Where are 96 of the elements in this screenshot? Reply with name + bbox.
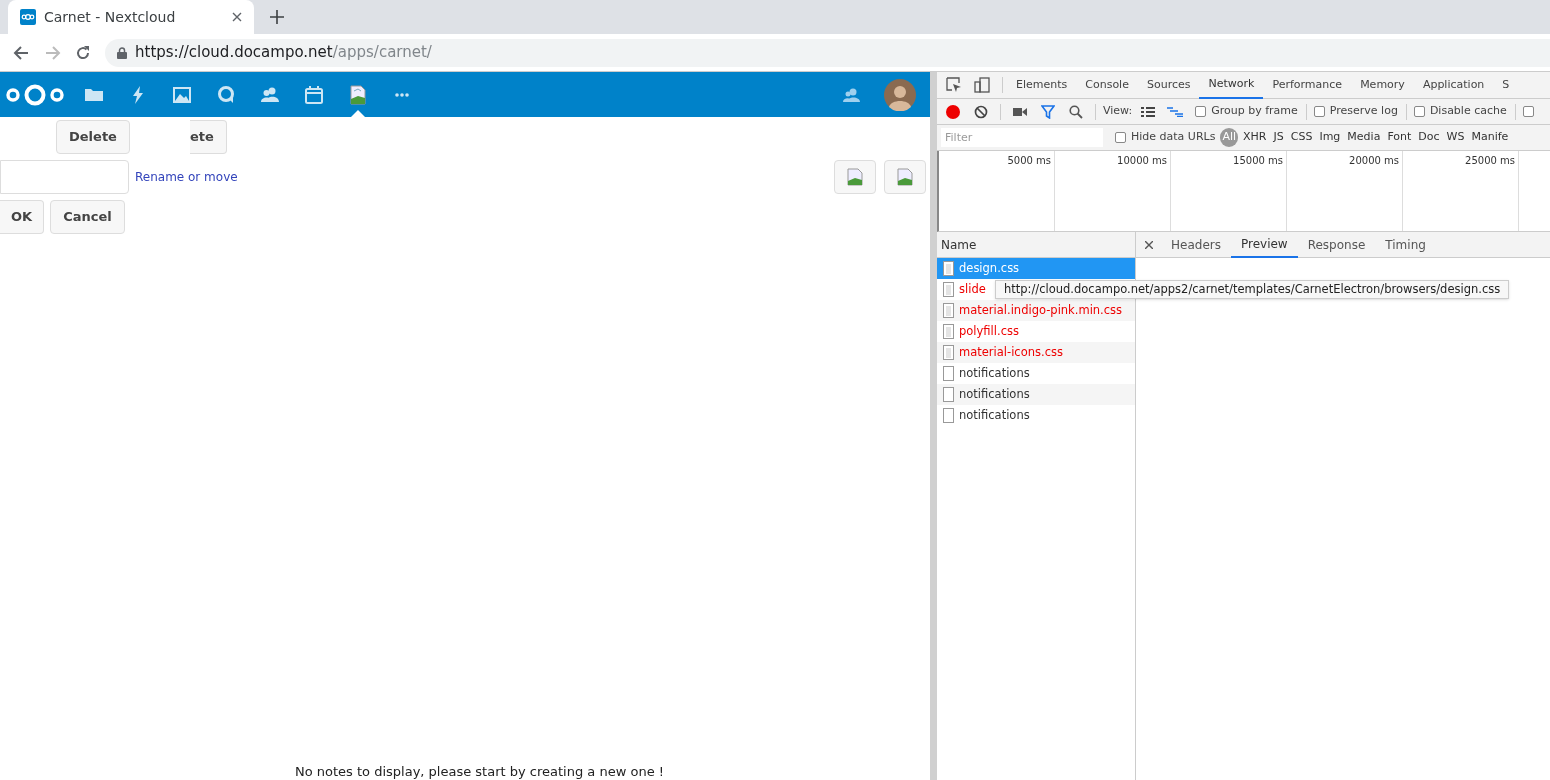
option-label: Preserve log	[1329, 103, 1398, 120]
time-tick: 25000 ms	[1465, 154, 1515, 168]
devtools-tab[interactable]: Performance	[1263, 72, 1352, 99]
devtools-tab[interactable]: Memory	[1351, 72, 1414, 99]
request-row[interactable]: material.indigo-pink.min.css	[937, 300, 1135, 321]
file-icon	[943, 366, 954, 381]
address-bar[interactable]: https://cloud.docampo.net/apps/carnet/	[105, 38, 1550, 67]
request-name: material.indigo-pink.min.css	[959, 301, 1123, 319]
back-icon[interactable]	[13, 44, 29, 61]
devtools-tab[interactable]: Console	[1076, 72, 1138, 99]
request-row[interactable]: material-icons.css	[937, 342, 1135, 363]
delete-button[interactable]: ete	[189, 120, 227, 154]
type-filter[interactable]: JS	[1271, 128, 1286, 147]
checkbox[interactable]	[1313, 106, 1325, 117]
request-name: notifications	[959, 406, 1030, 424]
checkbox[interactable]	[1522, 106, 1534, 117]
file-icon	[943, 387, 954, 402]
inspect-icon[interactable]	[946, 77, 962, 93]
image-icon	[172, 84, 192, 105]
type-filter[interactable]: Font	[1385, 128, 1414, 147]
url-text: https://cloud.docampo.net/apps/carnet/	[135, 42, 432, 64]
more-icon	[395, 92, 409, 97]
device-icon[interactable]	[974, 77, 990, 93]
new-tab-icon[interactable]	[270, 10, 284, 24]
input-field[interactable]	[0, 160, 129, 194]
cloud-logo-icon	[20, 9, 36, 25]
url-tooltip: http://cloud.docampo.net/apps2/carnet/templates/CarnetElectron/browsers/design.css	[995, 280, 1510, 299]
type-filter[interactable]: Doc	[1416, 128, 1442, 147]
search-icon[interactable]	[1069, 104, 1083, 119]
close-icon[interactable]	[1145, 240, 1153, 249]
file-icon	[943, 303, 954, 318]
request-row[interactable]: notifications	[937, 384, 1135, 405]
camera-icon[interactable]	[1013, 106, 1027, 117]
browser-tab[interactable]: Carnet - Nextcloud	[8, 0, 254, 34]
checkbox[interactable]	[1413, 106, 1425, 117]
waterfall-icon[interactable]	[1167, 106, 1184, 117]
delete-button[interactable]: Delete	[56, 120, 130, 154]
file-icon	[943, 408, 954, 423]
rename-link[interactable]: Rename or move	[135, 168, 238, 186]
request-name: material-icons.css	[959, 343, 1063, 361]
chat-icon	[216, 84, 236, 105]
empty-message: No notes to display, please start by creating a new one !	[295, 764, 664, 780]
file-icon	[943, 324, 954, 339]
contacts-icon[interactable]	[843, 86, 861, 103]
devtools-tab[interactable]: Application	[1413, 72, 1494, 99]
image-button[interactable]	[884, 160, 926, 194]
detail-tab[interactable]: Headers	[1161, 231, 1231, 258]
detail-tab[interactable]: Timing	[1375, 231, 1436, 258]
filter-icon[interactable]	[1041, 104, 1055, 119]
time-tick: 5000 ms	[1007, 154, 1051, 168]
view-label: View:	[1103, 103, 1133, 120]
broken-image-icon	[897, 168, 913, 186]
time-tick: 15000 ms	[1233, 154, 1283, 168]
request-name: polyfill.css	[959, 322, 1019, 340]
cloud-logo-icon[interactable]	[4, 82, 66, 107]
cancel-button[interactable]: Cancel	[50, 200, 125, 234]
devtools-tab[interactable]: Elements	[1007, 72, 1077, 99]
detail-tab[interactable]: Response	[1297, 231, 1376, 258]
forward-icon[interactable]	[45, 44, 61, 61]
request-name: design.css	[959, 259, 1020, 277]
lock-icon	[117, 46, 127, 59]
option-label: Disable cache	[1429, 103, 1507, 120]
file-icon	[943, 345, 954, 360]
time-tick: 20000 ms	[1349, 154, 1399, 168]
record-icon[interactable]	[946, 104, 960, 119]
file-icon	[943, 261, 954, 276]
devtools-tab[interactable]: Sources	[1137, 72, 1200, 99]
filter-field[interactable]: Filter	[941, 128, 1103, 147]
type-filter[interactable]: WS	[1444, 128, 1467, 147]
broken-image-icon	[348, 84, 368, 105]
type-filter[interactable]: Img	[1317, 128, 1343, 147]
option-label: Group by frame	[1211, 103, 1298, 120]
checkbox[interactable]	[1115, 132, 1126, 143]
type-filter[interactable]: XHR	[1241, 128, 1269, 147]
column-header: Name	[941, 236, 977, 254]
reload-icon[interactable]	[75, 44, 91, 61]
broken-image-icon	[847, 168, 863, 186]
type-filter[interactable]: Manife	[1469, 128, 1511, 147]
detail-tab[interactable]: Preview	[1230, 231, 1298, 258]
devtools-tab[interactable]: S	[1493, 72, 1519, 99]
request-name: slide	[959, 280, 986, 298]
list-view-icon[interactable]	[1141, 106, 1156, 117]
close-icon[interactable]	[232, 12, 242, 22]
calendar-icon	[304, 84, 324, 105]
request-name: notifications	[959, 385, 1030, 403]
request-name: notifications	[959, 364, 1030, 382]
clear-icon[interactable]	[974, 104, 988, 119]
type-filter[interactable]: CSS	[1288, 128, 1315, 147]
image-button[interactable]	[834, 160, 876, 194]
time-tick: 10000 ms	[1117, 154, 1167, 168]
file-icon	[943, 282, 954, 297]
ok-button[interactable]: OK	[0, 200, 45, 234]
type-filter[interactable]: Media	[1345, 128, 1383, 147]
option-label: Hide data URLs	[1131, 129, 1216, 146]
checkbox[interactable]	[1195, 106, 1207, 117]
avatar-icon[interactable]	[884, 78, 916, 111]
